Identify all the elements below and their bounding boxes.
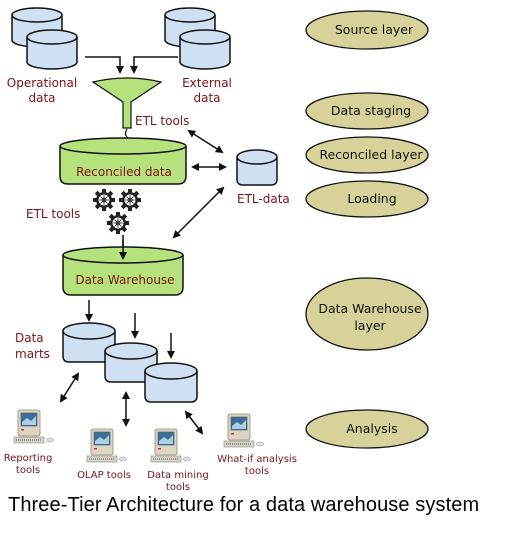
- gears-icon: [92, 188, 142, 235]
- layer-source: Source layer: [305, 10, 429, 50]
- etl-data-label: ETL-data: [237, 192, 290, 206]
- external-data-label: External: [182, 76, 232, 90]
- operational-data-label-line2: data: [28, 91, 55, 105]
- layer-analysis-label: Analysis: [346, 421, 398, 436]
- data-mining-tools-label-line2: tools: [166, 482, 190, 493]
- layer-reconciled-label: Reconciled layer: [319, 147, 423, 162]
- what-if-analysis-computer-icon: [223, 413, 265, 448]
- reporting-tools-computer-icon: [13, 409, 55, 444]
- etl-tools-top-label: ETL tools: [135, 114, 189, 128]
- olap-tools-computer-icon: [86, 428, 128, 463]
- etl-data-db-icon: [236, 149, 278, 186]
- data-mining-tools-label: Data mining: [147, 470, 208, 481]
- operational-db-icon: [11, 7, 78, 70]
- reporting-tools-label-line2: tools: [16, 465, 40, 476]
- funnel-icon: [91, 77, 163, 146]
- layer-data-warehouse: Data Warehouse layer: [305, 277, 429, 351]
- data-marts-label: Data: [15, 331, 44, 345]
- layer-data-staging-label: Data staging: [331, 103, 411, 118]
- data-warehouse-label: Data Warehouse: [75, 273, 174, 287]
- layer-data-warehouse-label: Data Warehouse: [318, 301, 422, 316]
- layer-loading-label: Loading: [347, 191, 396, 206]
- operational-data-label: Operational: [7, 76, 77, 90]
- layer-data-staging: Data staging: [305, 92, 429, 130]
- diagram-caption: Three-Tier Architecture for a data wareh…: [8, 494, 480, 516]
- reporting-tools-label: Reporting: [4, 453, 53, 464]
- layer-loading: Loading: [305, 180, 429, 218]
- layer-data-warehouse-label-line2: layer: [354, 318, 386, 333]
- data-mining-computer-icon: [150, 428, 192, 463]
- source-arrows: [85, 56, 178, 74]
- layer-source-label: Source layer: [335, 22, 414, 37]
- reconciled-data-label: Reconciled data: [76, 165, 172, 179]
- architecture-diagram: Operational data External data ETL tools…: [4, 7, 429, 493]
- data-marts-label-line2: marts: [15, 347, 50, 361]
- layer-reconciled: Reconciled layer: [305, 136, 429, 174]
- layer-analysis: Analysis: [305, 409, 429, 449]
- etl-tools-mid-label: ETL tools: [26, 207, 80, 221]
- external-db-icon: [164, 7, 231, 70]
- olap-tools-label: OLAP tools: [77, 470, 131, 481]
- what-if-analysis-label-line2: tools: [245, 466, 269, 477]
- external-data-label-line2: data: [193, 91, 220, 105]
- what-if-analysis-label: What-if analysis: [217, 454, 297, 465]
- data-mart-db-icon: [62, 322, 198, 403]
